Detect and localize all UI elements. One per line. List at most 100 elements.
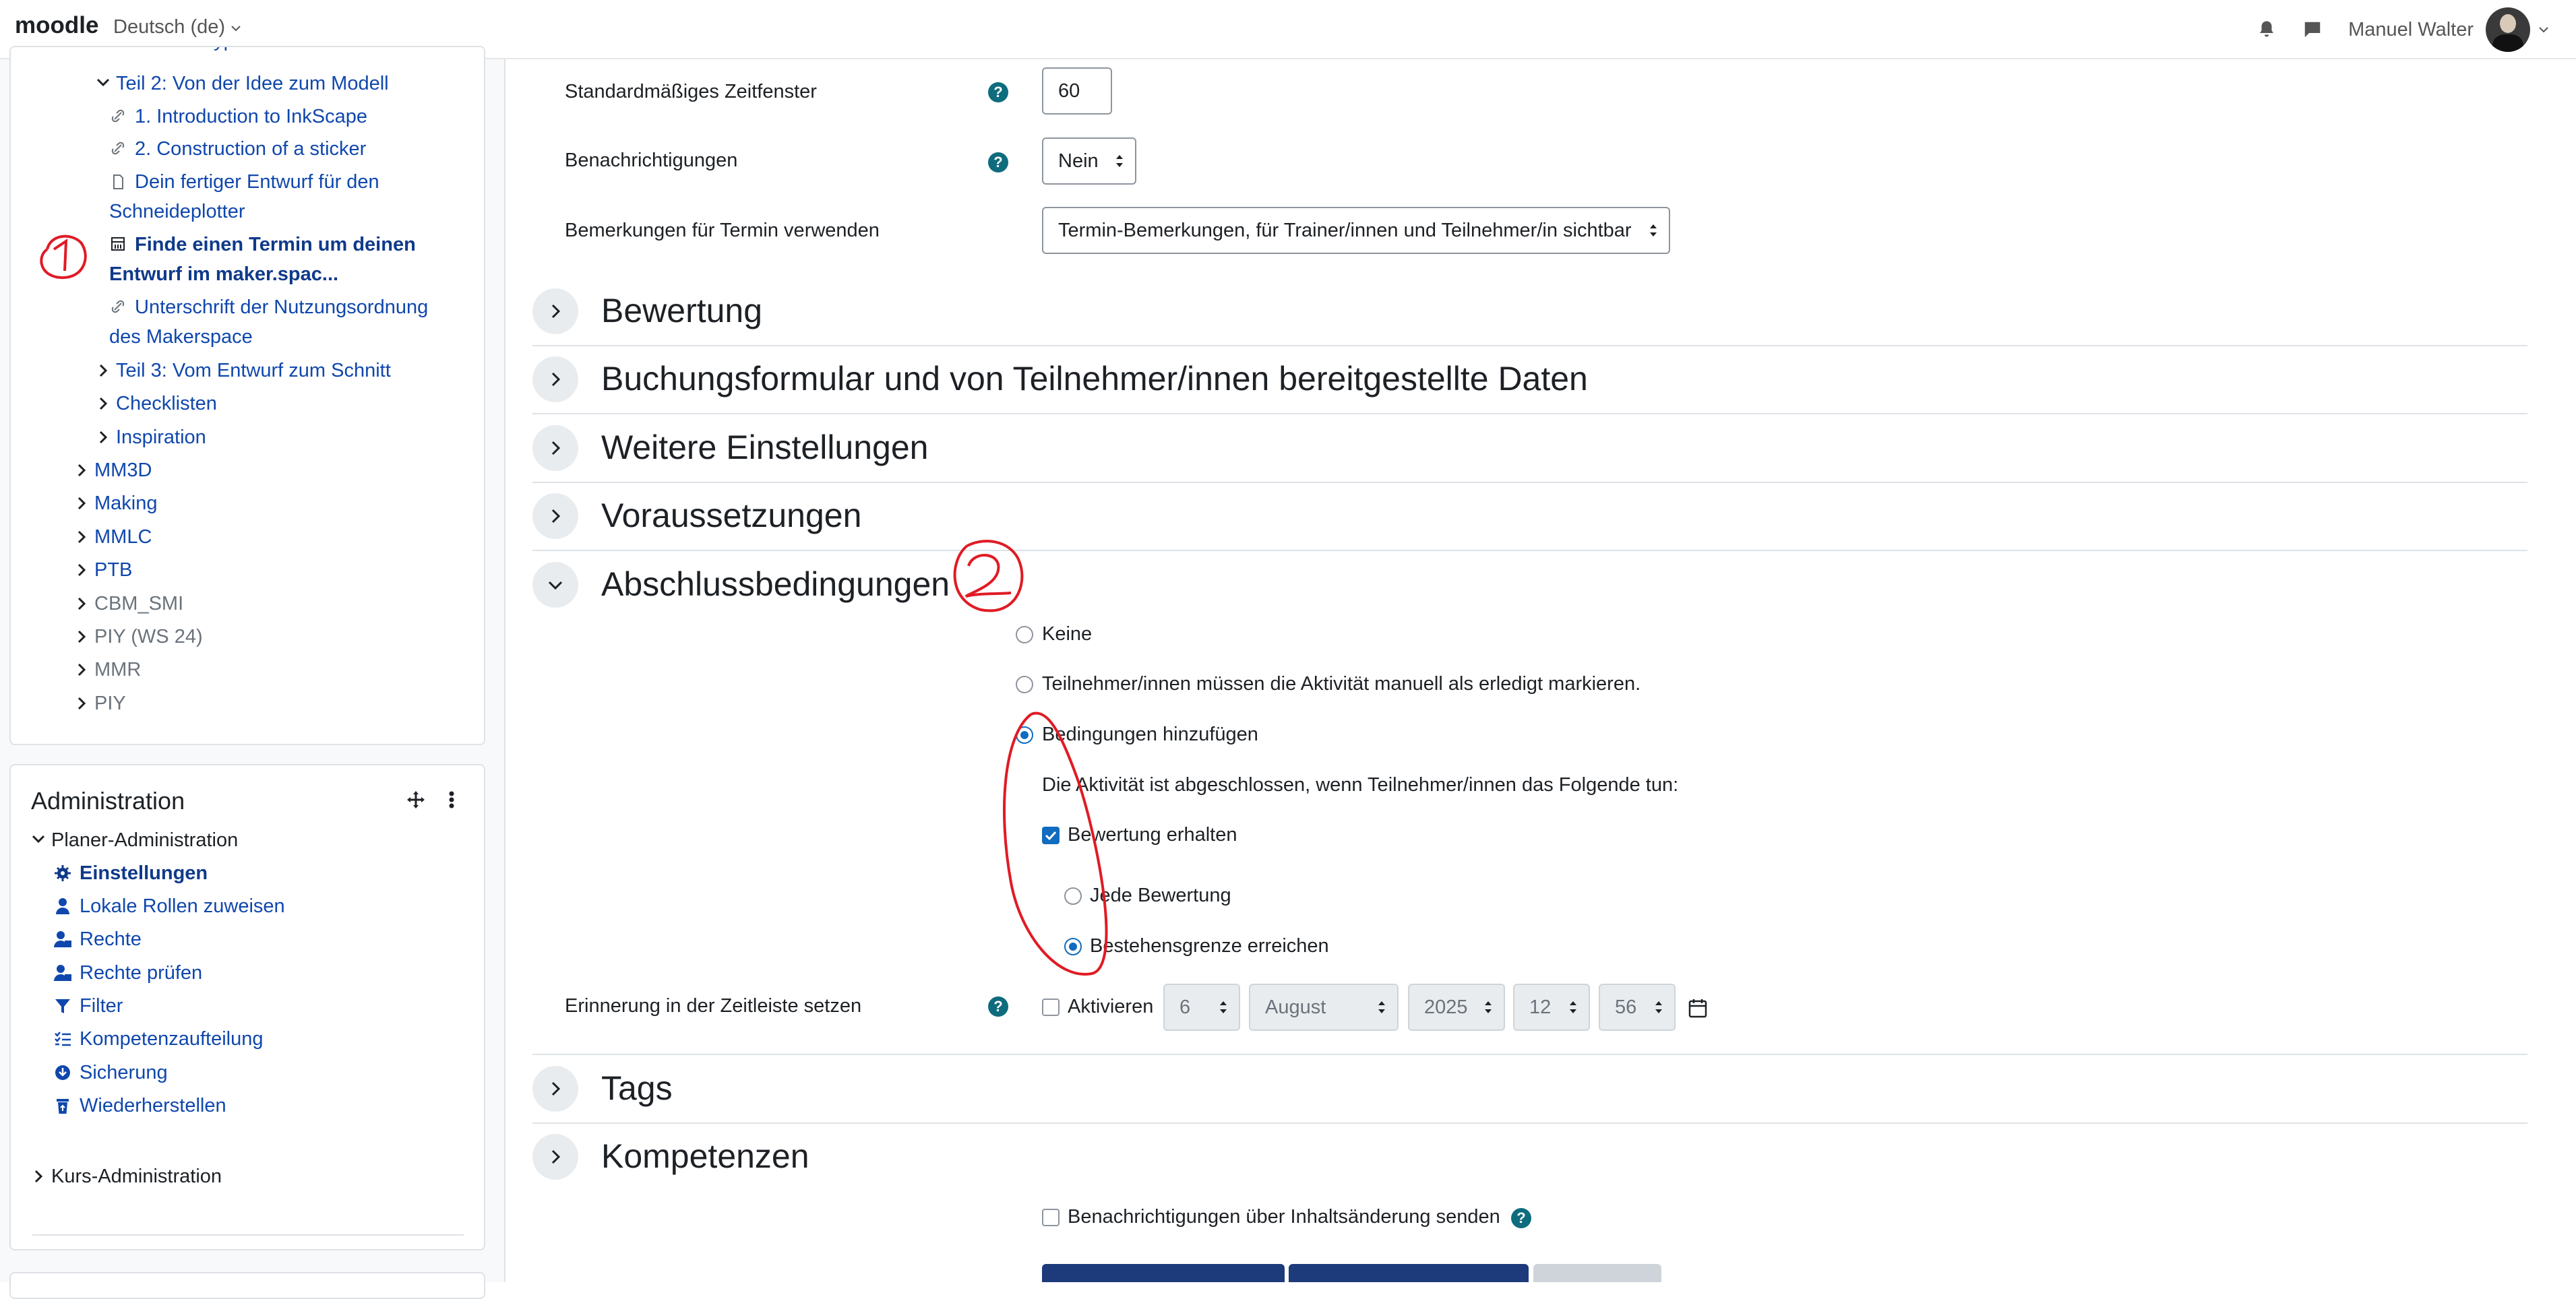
next-block xyxy=(9,1272,485,1299)
user-icon xyxy=(56,898,69,914)
admin-item-einstellungen[interactable]: Einstellungen xyxy=(54,858,208,888)
course-index-item-sticker[interactable]: 2. Construction of a sticker xyxy=(109,134,366,164)
admin-item-rechte-pruefen[interactable]: Rechte prüfen xyxy=(54,958,202,988)
chevron-right-icon xyxy=(78,530,86,544)
course-index-item-inspiration[interactable]: Inspiration xyxy=(96,422,206,452)
admin-item-lokale-rollen[interactable]: Lokale Rollen zuweisen xyxy=(54,891,285,921)
save-and-display-button[interactable] xyxy=(1289,1264,1529,1282)
course-index-label: Teil 2: Von der Idee zum Modell xyxy=(116,73,389,94)
chevron-right-icon xyxy=(78,663,86,676)
course-index-item-checklisten[interactable]: Checklisten xyxy=(96,389,217,418)
help-icon[interactable]: ? xyxy=(988,82,1008,102)
cancel-button[interactable] xyxy=(1533,1264,1661,1282)
help-icon[interactable]: ? xyxy=(1511,1208,1531,1228)
expand-button[interactable] xyxy=(532,1134,578,1180)
hour-select[interactable]: 12 xyxy=(1513,984,1590,1031)
course-index-item-mmlc[interactable]: MMLC xyxy=(74,522,152,552)
user-name[interactable]: Manuel Walter xyxy=(2348,19,2474,41)
chevron-down-icon[interactable] xyxy=(2538,24,2549,35)
chevron-down-icon xyxy=(96,78,110,87)
admin-item-label: Wiederherstellen xyxy=(80,1095,226,1116)
bell-icon[interactable] xyxy=(2257,20,2277,40)
help-icon[interactable]: ? xyxy=(988,996,1008,1017)
avatar[interactable] xyxy=(2486,7,2530,52)
course-index-item-termin[interactable]: Finde einen Termin um deinen Entwurf im … xyxy=(109,230,416,289)
course-index-label: Dein fertiger Entwurf für den xyxy=(135,171,379,193)
expand-button[interactable] xyxy=(532,425,578,471)
admin-item-wiederherstellen[interactable]: Wiederherstellen xyxy=(54,1091,226,1120)
language-menu[interactable]: Deutsch (de) xyxy=(113,16,241,38)
select-arrows-icon xyxy=(1220,1001,1227,1013)
section-voraussetzungen[interactable]: Voraussetzungen xyxy=(532,484,2527,551)
section-title: Kompetenzen xyxy=(601,1137,809,1175)
any-grade-radio[interactable] xyxy=(1064,887,1082,905)
course-index-item-inkscape[interactable]: 1. Introduction to InkScape xyxy=(109,102,367,131)
course-index-item-mmr[interactable]: MMR xyxy=(74,655,141,685)
expand-button[interactable] xyxy=(532,356,578,402)
course-index-item-unterschrift[interactable]: Unterschrift der Nutzungsordnung des Mak… xyxy=(109,292,428,352)
section-abschlussbedingungen[interactable]: Abschlussbedingungen xyxy=(532,552,2527,620)
year-select[interactable]: 2025 xyxy=(1408,984,1505,1031)
completion-conditions-radio[interactable] xyxy=(1016,726,1033,744)
day-select[interactable]: 6 xyxy=(1163,984,1240,1031)
notify-changes-checkbox[interactable] xyxy=(1042,1209,1060,1226)
admin-item-rechte[interactable]: Rechte xyxy=(54,924,142,954)
completion-manual-radio[interactable] xyxy=(1016,676,1033,693)
course-index-item-entwurf[interactable]: Dein fertiger Entwurf für den Schneidepl… xyxy=(109,167,379,226)
chevron-right-icon xyxy=(78,697,86,710)
course-index-label: Teil 3: Vom Entwurf zum Schnitt xyxy=(116,360,391,381)
course-index-item-piy[interactable]: PIY xyxy=(74,689,126,718)
section-tags[interactable]: Tags xyxy=(532,1056,2527,1124)
kurs-administration[interactable]: Kurs-Administration xyxy=(31,1162,222,1191)
aktivieren-label: Aktivieren xyxy=(1068,996,1154,1017)
moodle-logo[interactable]: moodle xyxy=(15,12,98,39)
zeitfenster-value: 60 xyxy=(1058,80,1080,102)
chevron-right-icon xyxy=(99,364,108,377)
section-buchungsformular[interactable]: Buchungsformular und von Teilnehmer/inne… xyxy=(532,347,2527,414)
benachrichtigungen-select[interactable]: Nein xyxy=(1042,137,1136,185)
course-index-item-teil-2[interactable]: Teil 2: Von der Idee zum Modell xyxy=(96,69,389,98)
save-and-return-button[interactable] xyxy=(1042,1264,1285,1282)
expand-button[interactable] xyxy=(532,288,578,334)
scheduler-icon xyxy=(111,237,125,251)
course-index-item-cbm-smi[interactable]: CBM_SMI xyxy=(74,589,183,619)
chevron-down-icon xyxy=(548,581,563,590)
admin-item-kompetenzaufteilung[interactable]: Kompetenzaufteilung xyxy=(54,1024,263,1054)
completion-none-radio[interactable] xyxy=(1016,626,1033,643)
bemerkungen-label: Bemerkungen für Termin verwenden xyxy=(565,220,880,241)
planer-administration[interactable]: Planer-Administration xyxy=(31,825,238,855)
course-index-label: MM3D xyxy=(94,460,152,481)
messages-icon[interactable] xyxy=(2302,20,2323,40)
expand-button[interactable] xyxy=(532,493,578,539)
section-bewertung[interactable]: Bewertung xyxy=(532,279,2527,346)
admin-item-sicherung[interactable]: Sicherung xyxy=(54,1058,168,1087)
minute-select[interactable]: 56 xyxy=(1599,984,1676,1031)
section-title: Weitere Einstellungen xyxy=(601,429,929,466)
aktivieren-checkbox[interactable] xyxy=(1042,999,1060,1016)
course-index-item-making[interactable]: Making xyxy=(74,488,158,518)
move-icon[interactable] xyxy=(406,790,426,810)
select-arrows-icon xyxy=(1650,224,1657,236)
bemerkungen-select[interactable]: Termin-Bemerkungen, für Trainer/innen un… xyxy=(1042,207,1670,254)
passing-grade-radio[interactable] xyxy=(1064,938,1082,955)
divider xyxy=(32,1234,464,1236)
admin-item-filter[interactable]: Filter xyxy=(54,991,123,1021)
grade-received-checkbox[interactable] xyxy=(1042,827,1060,844)
expand-button[interactable] xyxy=(532,1066,578,1112)
section-kompetenzen[interactable]: Kompetenzen xyxy=(532,1124,2527,1192)
course-index-item-ptb[interactable]: PTB xyxy=(74,555,132,585)
file-icon xyxy=(113,175,123,189)
calendar-icon[interactable] xyxy=(1688,998,1707,1018)
section-weitere-einstellungen[interactable]: Weitere Einstellungen xyxy=(532,416,2527,483)
chevron-down-icon xyxy=(32,835,45,844)
course-index-item-piy-ws24[interactable]: PIY (WS 24) xyxy=(74,622,203,652)
month-select[interactable]: August xyxy=(1249,984,1399,1031)
course-index-item-mm3d[interactable]: MM3D xyxy=(74,455,152,485)
zeitfenster-input[interactable]: 60 xyxy=(1042,67,1112,115)
help-icon[interactable]: ? xyxy=(988,152,1008,172)
collapse-button[interactable] xyxy=(532,562,578,608)
course-index-item-teil-3[interactable]: Teil 3: Vom Entwurf zum Schnitt xyxy=(96,356,391,385)
course-index-label: PTB xyxy=(94,559,133,581)
actions-menu-icon[interactable] xyxy=(448,790,456,810)
planer-administration-label: Planer-Administration xyxy=(51,829,239,851)
